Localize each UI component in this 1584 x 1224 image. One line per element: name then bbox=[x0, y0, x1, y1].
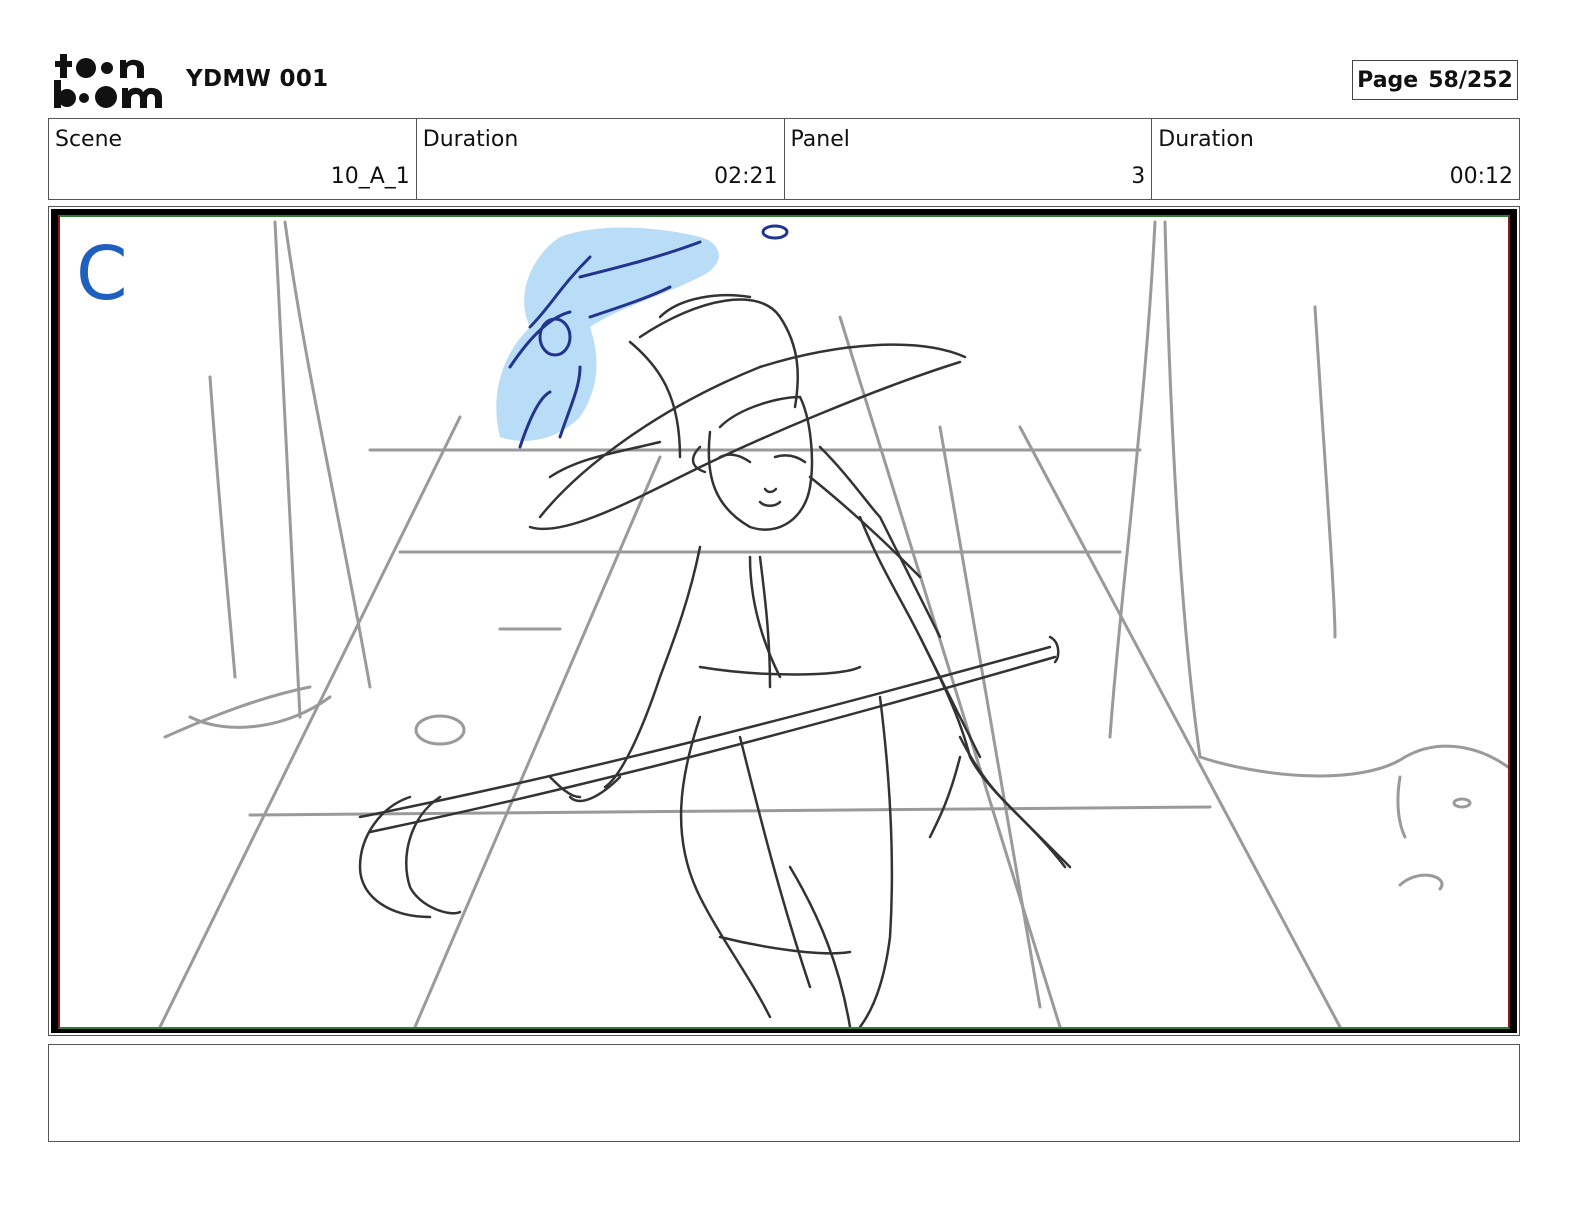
panel-sketch bbox=[158, 220, 1508, 1027]
panel-duration-label: Duration bbox=[1158, 127, 1254, 152]
notes-box bbox=[48, 1044, 1520, 1142]
page-label: Page bbox=[1357, 67, 1419, 93]
scene-duration-cell: Duration 02:21 bbox=[417, 119, 785, 199]
toonboom-logo bbox=[52, 52, 164, 110]
panel-info-row: Scene 10_A_1 Duration 02:21 Panel 3 Dura… bbox=[48, 118, 1520, 200]
scene-value: 10_A_1 bbox=[330, 164, 410, 189]
panel-value: 3 bbox=[1131, 164, 1146, 189]
storyboard-panel: C bbox=[58, 215, 1510, 1029]
panel-duration-cell: Duration 00:12 bbox=[1152, 119, 1519, 199]
scene-cell: Scene 10_A_1 bbox=[49, 119, 417, 199]
scene-label: Scene bbox=[55, 127, 123, 152]
scene-duration-value: 02:21 bbox=[714, 164, 778, 189]
scene-duration-label: Duration bbox=[422, 127, 519, 152]
project-title: YDMW 001 bbox=[186, 66, 329, 92]
page-indicator: Page 58/252 bbox=[1352, 60, 1518, 100]
witch-sketch bbox=[358, 293, 1072, 1027]
panel-cell: Panel 3 bbox=[785, 119, 1153, 199]
page-number: 58/252 bbox=[1428, 67, 1513, 93]
panel-label: Panel bbox=[790, 127, 850, 152]
panel-duration-value: 00:12 bbox=[1449, 164, 1513, 189]
layer-letter: C bbox=[76, 231, 128, 317]
